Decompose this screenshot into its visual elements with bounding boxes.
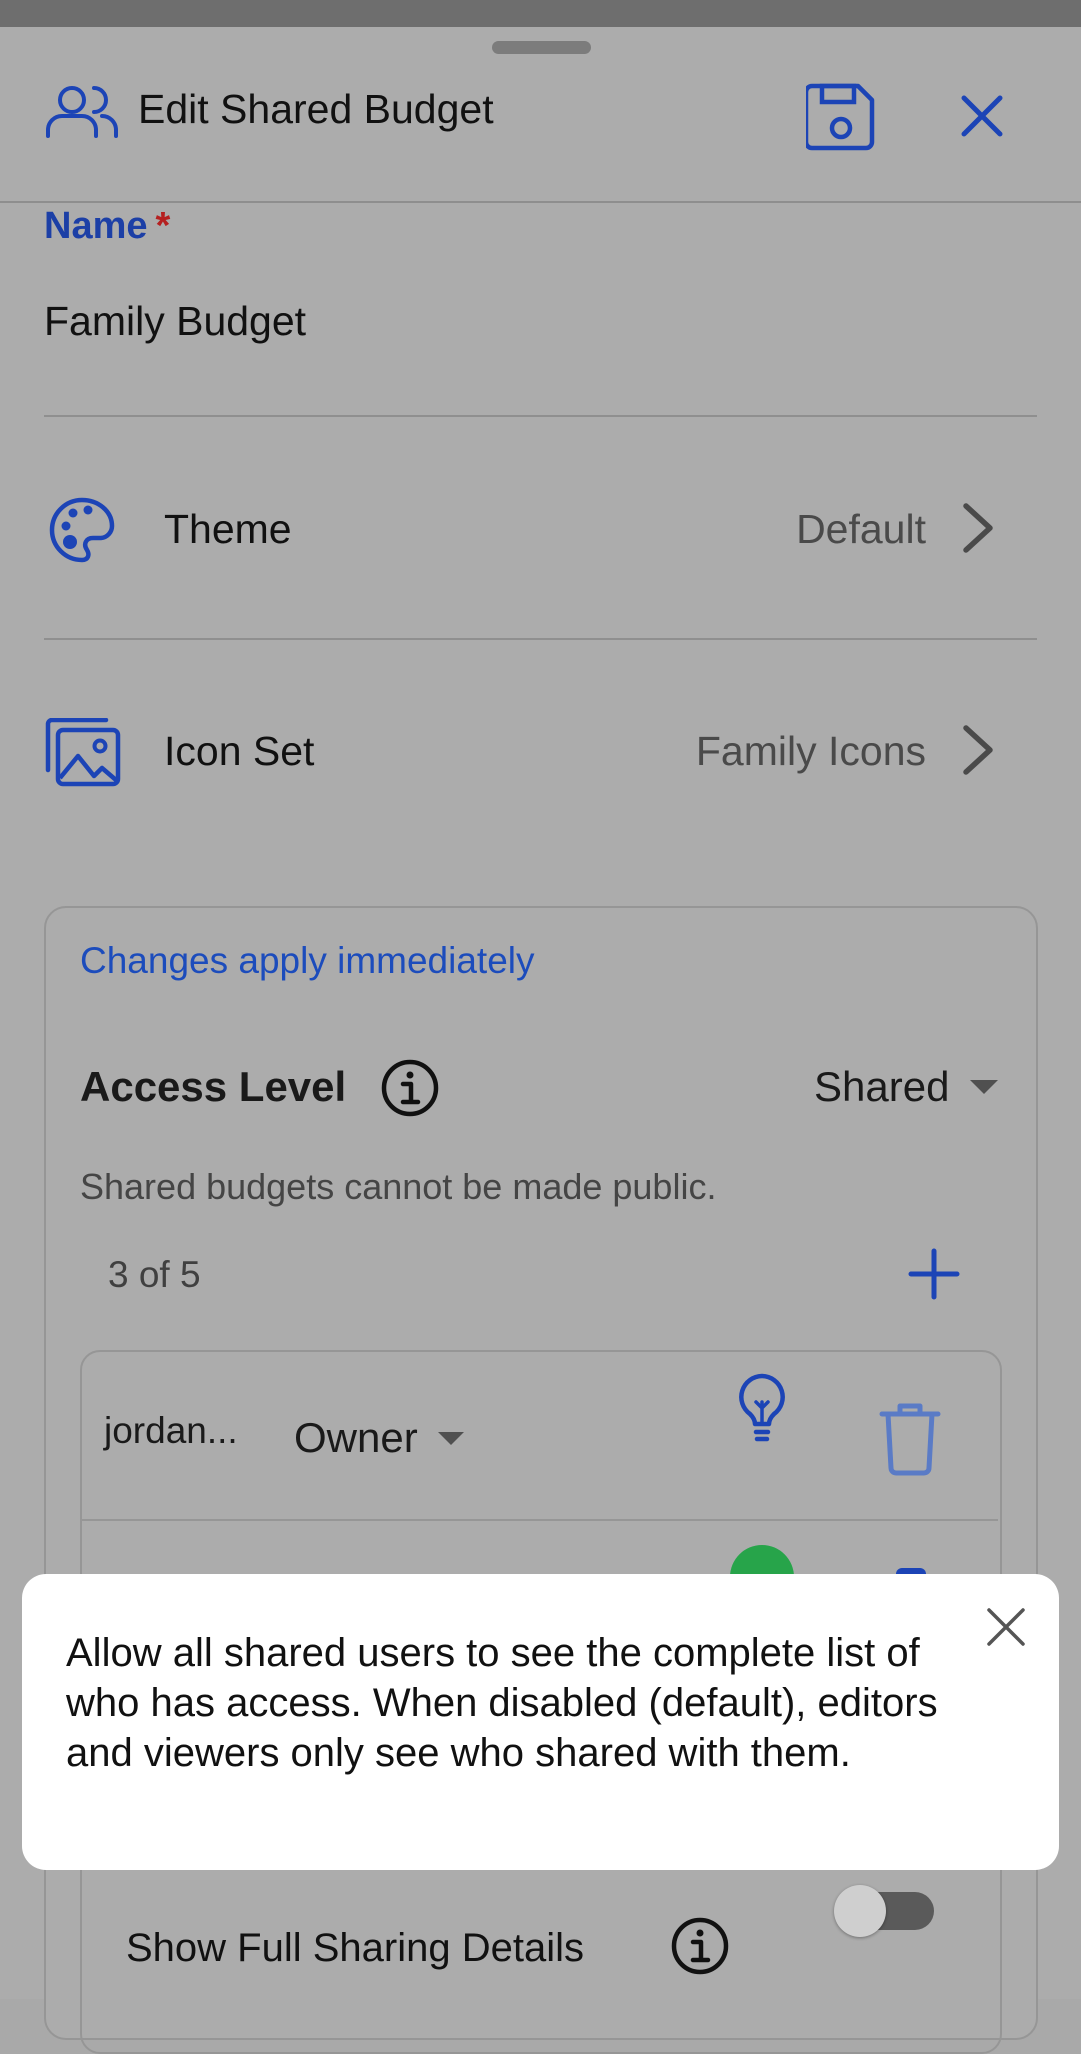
users-icon (44, 82, 120, 145)
role-select[interactable]: Owner (286, 1408, 486, 1468)
add-user-button[interactable] (908, 1248, 960, 1300)
chevron-right-icon (960, 502, 996, 559)
theme-row[interactable]: Theme Default (0, 440, 1081, 620)
header-divider (0, 201, 1081, 203)
popover-text: Allow all shared users to see the comple… (66, 1631, 938, 1775)
caret-down-icon (438, 1432, 464, 1445)
close-button[interactable] (960, 94, 1004, 138)
access-note: Shared budgets cannot be made public. (80, 1166, 717, 1207)
plus-icon (908, 1248, 960, 1303)
save-icon (803, 83, 876, 155)
theme-value: Default (796, 506, 926, 552)
info-icon (380, 1059, 440, 1121)
popover-close-button[interactable] (986, 1607, 1026, 1647)
icon-set-value: Family Icons (695, 728, 926, 774)
trash-icon (878, 1403, 942, 1479)
delete-user-button[interactable] (878, 1400, 942, 1476)
access-info-button[interactable] (380, 1058, 440, 1118)
user-count: 3 of 5 (108, 1254, 201, 1295)
close-icon (960, 95, 1004, 141)
tip-button[interactable] (736, 1372, 788, 1448)
name-field[interactable]: Family Budget (44, 298, 306, 345)
status-bar (0, 0, 1081, 27)
role-value: Owner (294, 1414, 418, 1461)
required-mark: * (155, 205, 171, 247)
row-divider (82, 1519, 998, 1521)
drag-handle[interactable] (492, 41, 591, 54)
changes-notice: Changes apply immediately (80, 940, 535, 981)
divider (44, 415, 1037, 417)
caret-down-icon (970, 1080, 998, 1094)
palette-icon (48, 496, 116, 569)
access-level-select[interactable]: Shared (800, 1056, 1000, 1120)
info-icon (670, 1917, 730, 1979)
close-icon (986, 1608, 1026, 1650)
chevron-right-icon (960, 724, 996, 781)
icon-set-label: Icon Set (164, 728, 315, 774)
show-full-label: Show Full Sharing Details (126, 1926, 584, 1970)
access-level-value: Shared (814, 1063, 950, 1110)
user-name: jordan... (104, 1410, 238, 1451)
toggle-knob (834, 1885, 886, 1937)
access-level-label: Access Level (80, 1063, 347, 1110)
icon-set-row[interactable]: Icon Set Family Icons (0, 662, 1081, 842)
divider (44, 638, 1037, 640)
show-full-info-button[interactable] (670, 1916, 730, 1976)
page-title: Edit Shared Budget (138, 86, 494, 132)
save-button[interactable] (803, 82, 876, 155)
theme-label: Theme (164, 506, 292, 552)
name-label: Name * (44, 205, 171, 247)
lightbulb-icon (736, 1373, 788, 1451)
image-icon (44, 717, 122, 793)
